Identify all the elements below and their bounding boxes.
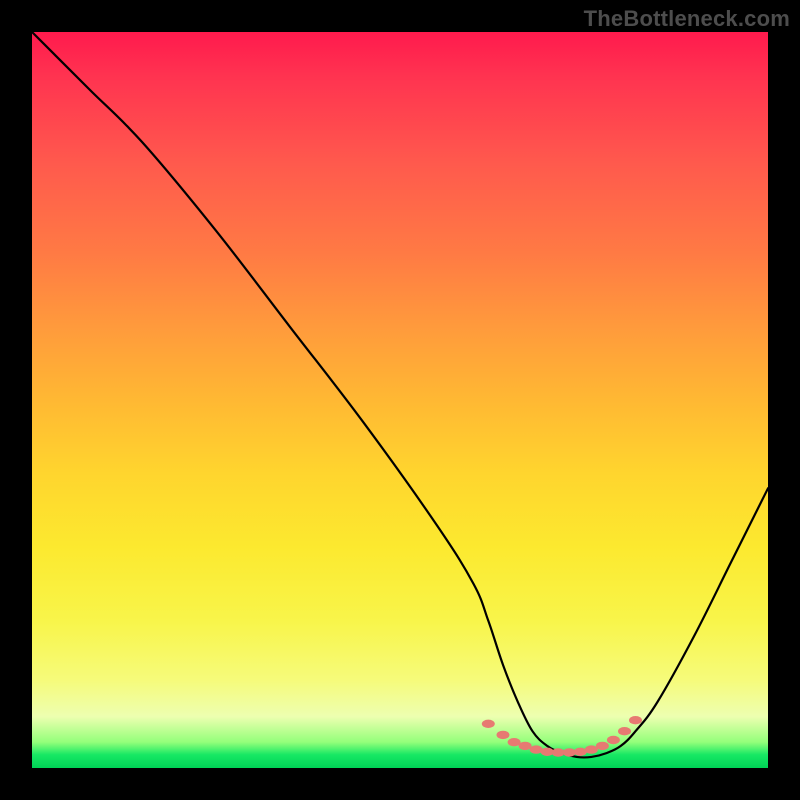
curve-layer — [32, 32, 768, 768]
bottleneck-curve — [32, 32, 768, 757]
valley-marker — [563, 748, 576, 756]
valley-markers — [482, 716, 642, 757]
chart-frame: TheBottleneck.com — [0, 0, 800, 800]
valley-marker — [508, 738, 521, 746]
plot-area — [32, 32, 768, 768]
valley-marker — [574, 748, 587, 756]
valley-marker — [482, 720, 495, 728]
valley-marker — [530, 745, 543, 753]
valley-marker — [596, 742, 609, 750]
valley-marker — [552, 748, 565, 756]
valley-marker — [519, 742, 532, 750]
valley-marker — [541, 748, 554, 756]
valley-marker — [607, 736, 620, 744]
valley-marker — [618, 727, 631, 735]
valley-marker — [585, 745, 598, 753]
watermark-text: TheBottleneck.com — [584, 6, 790, 32]
valley-marker — [629, 716, 642, 724]
valley-marker — [497, 731, 510, 739]
